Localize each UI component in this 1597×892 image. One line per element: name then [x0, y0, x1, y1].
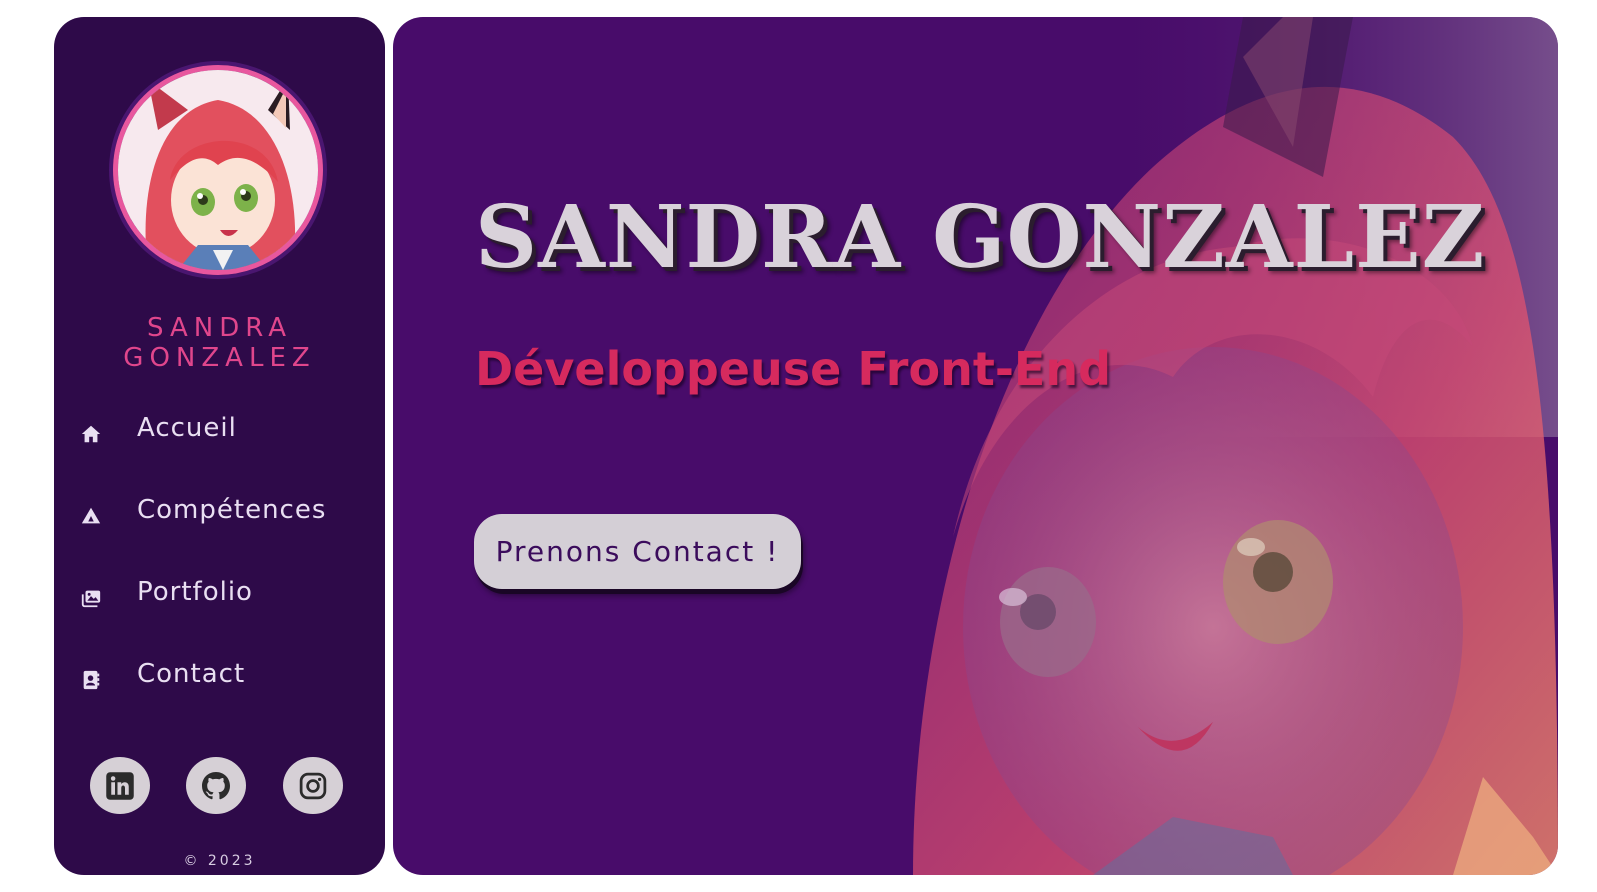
nav-label-competences: Compétences	[137, 495, 327, 525]
copyright: © 2023	[183, 853, 256, 869]
contact-cta-button[interactable]: Prenons Contact !	[474, 514, 801, 589]
avatar-illustration	[118, 70, 318, 270]
nav-item-portfolio[interactable]: Portfolio	[54, 559, 385, 641]
nav-label-portfolio: Portfolio	[137, 577, 253, 607]
images-icon	[81, 590, 101, 608]
nav-item-competences[interactable]: Compétences	[54, 477, 385, 559]
nav-item-accueil[interactable]: Accueil	[54, 395, 385, 477]
linkedin-link[interactable]	[90, 757, 150, 814]
hero-section: SANDRA GONZALEZ Développeuse Front-End P…	[393, 17, 1558, 875]
hero-background-illustration	[913, 17, 1558, 875]
avatar	[113, 65, 323, 275]
linkedin-icon	[106, 771, 134, 800]
home-icon	[81, 425, 101, 443]
nav-label-contact: Contact	[137, 659, 246, 689]
triangle-icon	[81, 507, 101, 524]
github-icon	[202, 771, 230, 799]
sidebar-nav: Accueil Compétences Portfolio Contact	[54, 395, 385, 723]
hero-subtitle: Développeuse Front-End	[475, 342, 1112, 396]
github-link[interactable]	[186, 757, 246, 814]
nav-label-accueil: Accueil	[137, 413, 237, 443]
sidebar-name: SANDRA GONZALEZ	[123, 313, 316, 373]
instagram-link[interactable]	[283, 757, 343, 814]
social-links	[54, 757, 385, 815]
sidebar: SANDRA GONZALEZ Accueil Compétences Port…	[54, 17, 385, 875]
contact-card-icon	[83, 670, 100, 690]
instagram-icon	[299, 772, 327, 799]
hero-title: SANDRA GONZALEZ	[475, 187, 1486, 288]
nav-item-contact[interactable]: Contact	[54, 641, 385, 723]
